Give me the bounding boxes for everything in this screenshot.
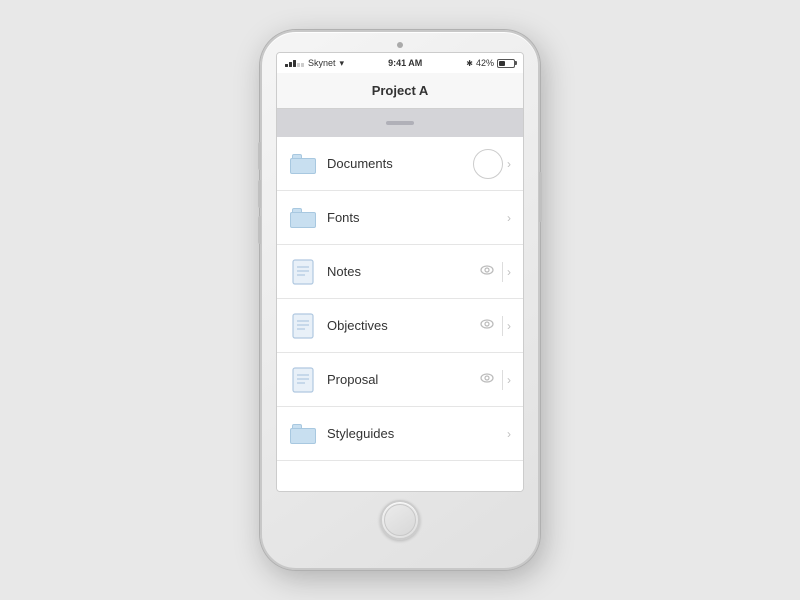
page-title: Project A — [372, 83, 429, 98]
tab-indicator — [386, 121, 414, 125]
doc-icon-objectives — [289, 312, 317, 340]
volume-up-button — [258, 180, 261, 208]
item-actions-fonts: › — [507, 211, 511, 225]
chevron-icon-objectives: › — [507, 319, 511, 333]
list-item-objectives[interactable]: Objectives › — [277, 299, 523, 353]
list-item-fonts[interactable]: Fonts › — [277, 191, 523, 245]
bluetooth-icon: ✱ — [466, 59, 473, 68]
title-bar: Project A — [277, 73, 523, 109]
chevron-icon-proposal: › — [507, 373, 511, 387]
list-item-styleguides[interactable]: Styleguides › — [277, 407, 523, 461]
signal-icon — [285, 60, 304, 67]
chevron-icon-fonts: › — [507, 211, 511, 225]
folder-icon-styleguides — [289, 420, 317, 448]
phone-frame: Skynet ▾ 9:41 AM ✱ 42% Project A — [260, 30, 540, 570]
divider-notes — [502, 262, 503, 282]
item-actions-objectives: › — [476, 315, 511, 336]
eye-icon-objectives[interactable] — [476, 315, 498, 336]
screen: Skynet ▾ 9:41 AM ✱ 42% Project A — [276, 52, 524, 492]
item-label-styleguides: Styleguides — [327, 426, 507, 441]
earpiece — [397, 42, 403, 48]
item-label-fonts: Fonts — [327, 210, 507, 225]
circle-button-documents[interactable] — [473, 149, 503, 179]
home-button-inner — [384, 504, 416, 536]
item-label-proposal: Proposal — [327, 372, 476, 387]
eye-icon-notes[interactable] — [476, 261, 498, 282]
file-list: Documents › Fonts › — [277, 137, 523, 491]
item-actions-styleguides: › — [507, 427, 511, 441]
status-left: Skynet ▾ — [285, 58, 344, 69]
chevron-icon-documents: › — [507, 157, 511, 171]
divider-proposal — [502, 370, 503, 390]
battery-pct: 42% — [476, 58, 494, 68]
item-label-documents: Documents — [327, 156, 473, 171]
status-right: ✱ 42% — [466, 58, 515, 68]
doc-icon-proposal — [289, 366, 317, 394]
folder-icon-documents — [289, 150, 317, 178]
battery-icon — [497, 59, 515, 68]
home-button[interactable] — [380, 500, 420, 540]
status-bar: Skynet ▾ 9:41 AM ✱ 42% — [277, 53, 523, 73]
item-actions-proposal: › — [476, 369, 511, 390]
doc-icon-notes — [289, 258, 317, 286]
item-actions-notes: › — [476, 261, 511, 282]
status-time: 9:41 AM — [388, 58, 422, 68]
eye-icon-proposal[interactable] — [476, 369, 498, 390]
volume-down-button — [258, 216, 261, 244]
item-label-objectives: Objectives — [327, 318, 476, 333]
folder-icon-fonts — [289, 204, 317, 232]
item-actions-documents: › — [473, 149, 511, 179]
list-item-proposal[interactable]: Proposal › — [277, 353, 523, 407]
chevron-icon-notes: › — [507, 265, 511, 279]
tab-bar[interactable] — [277, 109, 523, 137]
chevron-icon-styleguides: › — [507, 427, 511, 441]
divider-objectives — [502, 316, 503, 336]
wifi-icon: ▾ — [340, 58, 345, 69]
list-item-documents[interactable]: Documents › — [277, 137, 523, 191]
list-item-notes[interactable]: Notes › — [277, 245, 523, 299]
carrier-name: Skynet — [308, 58, 336, 68]
item-label-notes: Notes — [327, 264, 476, 279]
